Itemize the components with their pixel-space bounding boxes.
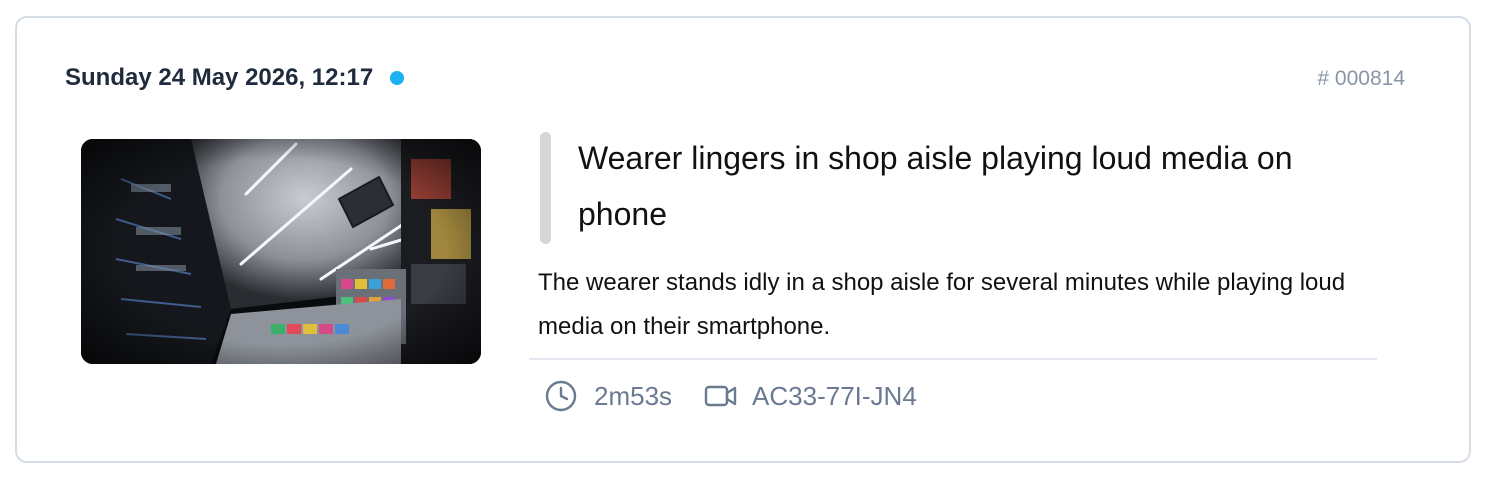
video-camera-icon [704,381,738,411]
event-thumbnail[interactable] [81,139,481,364]
event-description: The wearer stands idly in a shop aisle f… [538,269,1346,340]
camera-id[interactable]: AC33-77I-JN4 [752,381,917,412]
divider [529,358,1377,360]
event-id: # 000814 [1317,67,1405,90]
event-meta: 2m53s AC33-77I-JN4 [544,379,917,413]
event-duration: 2m53s [594,380,673,411]
title-accent-bar [540,132,551,244]
event-datetime-row: Sunday 24 May 2026, 12:17 [65,64,405,92]
event-title-block: Wearer lingers in shop aisle playing lou… [540,130,1400,244]
clock-icon [544,379,578,413]
status-dot-icon [390,71,405,85]
event-datetime: Sunday 24 May 2026, 12:17 [65,64,374,91]
thumbnail-image [81,139,481,364]
event-card[interactable]: Sunday 24 May 2026, 12:17 # 000814 Weare… [15,16,1471,463]
event-title: Wearer lingers in shop aisle playing lou… [578,140,1293,232]
